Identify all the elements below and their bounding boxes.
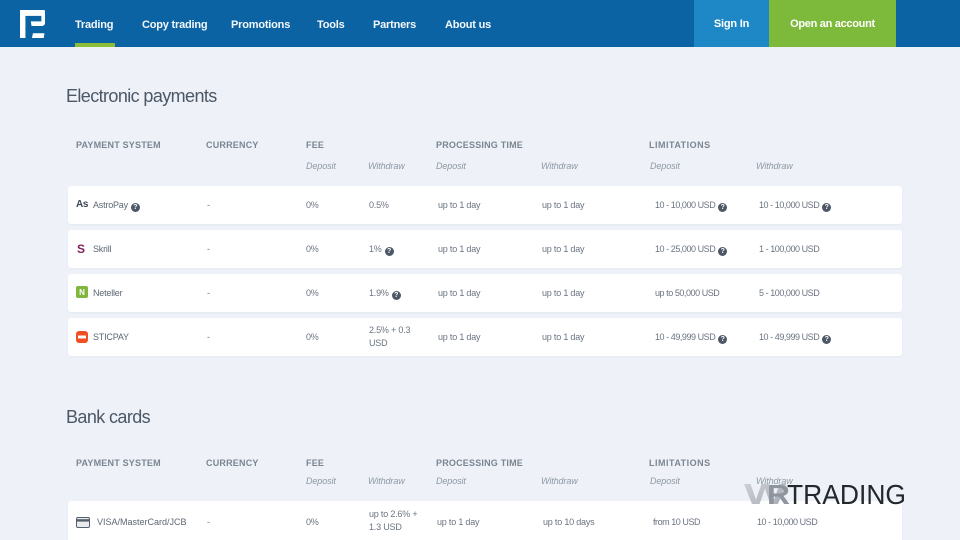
svg-text:TRADING: TRADING: [787, 481, 906, 509]
svg-text:N: N: [79, 288, 85, 297]
